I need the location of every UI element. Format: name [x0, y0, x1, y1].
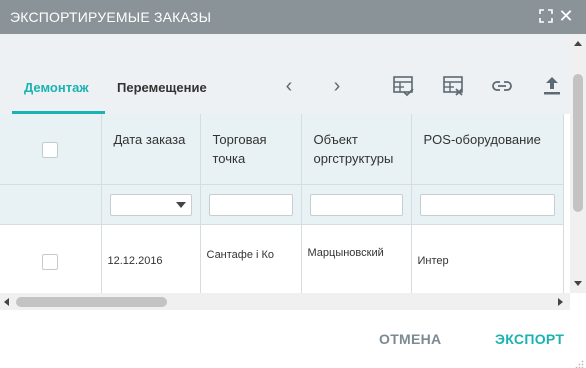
scroll-down-icon[interactable]	[574, 281, 582, 286]
scroll-up-icon[interactable]	[574, 41, 582, 46]
scroll-right-icon[interactable]	[558, 298, 563, 306]
filter-cell-pos	[411, 184, 564, 225]
column-header-point[interactable]: Торговая точка	[200, 114, 302, 185]
dialog-footer: ОТМЕНА ЭКСПОРТ	[0, 310, 586, 368]
filter-cell-point	[200, 184, 302, 225]
chevron-left-icon[interactable]: ‹	[281, 76, 297, 96]
filter-cell-empty	[0, 184, 102, 225]
date-filter-select[interactable]	[109, 193, 192, 216]
horizontal-scroll-thumb[interactable]	[16, 297, 167, 307]
column-header-org-object[interactable]: Объект оргструктуры	[301, 114, 412, 185]
close-icon[interactable]: ✕	[558, 7, 574, 25]
cancel-button[interactable]: ОТМЕНА	[379, 331, 441, 347]
filter-cell-org-object	[301, 184, 412, 225]
row-checkbox[interactable]	[42, 253, 59, 270]
filter-row	[0, 184, 564, 225]
maximize-icon[interactable]	[539, 9, 553, 23]
vertical-scrollbar[interactable]	[570, 34, 586, 293]
horizontal-scrollbar[interactable]	[0, 293, 570, 310]
pos-filter-input[interactable]	[419, 193, 555, 216]
link-icon[interactable]	[490, 74, 514, 98]
select-all-checkbox[interactable]	[42, 142, 59, 158]
chevron-down-icon	[175, 201, 186, 208]
table-remove-icon[interactable]	[441, 74, 465, 98]
scroll-left-icon[interactable]	[4, 298, 9, 306]
row-select-cell	[0, 224, 102, 293]
table-check-icon[interactable]	[391, 74, 415, 98]
chevron-right-icon[interactable]: ›	[329, 76, 345, 96]
tab-demontazh[interactable]: Демонтаж	[24, 79, 89, 99]
point-filter-input[interactable]	[208, 193, 293, 216]
dialog-toolbar-strip	[0, 34, 586, 62]
column-header-date[interactable]: Дата заказа	[101, 114, 201, 185]
org-object-filter-input[interactable]	[309, 193, 403, 216]
export-button[interactable]: ЭКСПОРТ	[495, 331, 564, 347]
vertical-scroll-thumb[interactable]	[573, 74, 583, 212]
filter-cell-date	[101, 184, 201, 225]
resize-grip-icon[interactable]	[575, 356, 584, 368]
tabs-bar: Демонтаж Перемещение ‹ ›	[0, 62, 586, 114]
dialog-titlebar: ЭКСПОРТИРУЕМЫЕ ЗАКАЗЫ ✕	[0, 0, 586, 34]
cell-pos: Интер	[411, 224, 564, 293]
dialog-title: ЭКСПОРТИРУЕМЫЕ ЗАКАЗЫ	[10, 9, 212, 25]
tab-peremeshchenie[interactable]: Перемещение	[117, 79, 207, 99]
cell-org-object: Марцыновский	[301, 224, 412, 293]
select-all-header	[0, 114, 102, 185]
orders-grid: Дата заказа Торговая точка Объект оргстр…	[0, 114, 570, 293]
upload-icon[interactable]	[540, 74, 564, 98]
table-row[interactable]: 12.12.2016 Сантафе і Ко Марцыновский Инт…	[0, 224, 564, 293]
cell-date: 12.12.2016	[101, 224, 201, 293]
cell-point: Сантафе і Ко	[200, 224, 302, 293]
column-header-pos[interactable]: POS-оборудование	[411, 114, 564, 185]
